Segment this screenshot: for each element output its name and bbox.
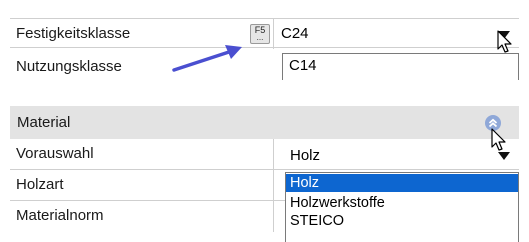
f5-dots: ... — [256, 33, 264, 42]
section-title: Material — [17, 114, 71, 131]
arrow-icon — [172, 45, 242, 72]
property-label: Materialnorm — [16, 207, 104, 224]
property-label: Vorauswahl — [16, 145, 94, 162]
combobox-value: Holz — [290, 147, 321, 164]
column-divider — [273, 170, 274, 201]
vorauswahl-dropdown-list: Holz Holzwerkstoffe STEICO — [285, 172, 519, 242]
dropdown-option[interactable]: STEICO — [286, 212, 518, 230]
column-divider — [273, 19, 274, 49]
dropdown-option[interactable]: Holzwerkstoffe — [286, 194, 518, 212]
section-header[interactable]: Material — [10, 106, 519, 139]
property-label: Holzart — [16, 176, 64, 193]
property-label: Nutzungsklasse — [16, 58, 122, 75]
property-label: Festigkeitsklasse — [16, 25, 131, 42]
combobox-value: C24 — [281, 25, 309, 42]
column-divider — [273, 139, 274, 170]
mouse-pointer-icon — [497, 30, 512, 53]
triangle-down-icon — [498, 152, 510, 160]
festigkeitsklasse-combobox[interactable]: C24 — [275, 19, 519, 47]
vorauswahl-combobox[interactable]: Holz — [282, 142, 519, 168]
mouse-pointer-icon — [491, 128, 506, 151]
dropdown-option[interactable]: C14 — [289, 57, 317, 74]
festigkeitsklasse-dropdown-list: C14 — [282, 53, 519, 80]
column-divider — [273, 201, 274, 232]
top-property-panel: Festigkeitsklasse F5 ... C24 Nutzungskla… — [0, 0, 529, 80]
dropdown-option-selected[interactable]: Holz — [286, 174, 518, 192]
f5-button[interactable]: F5 ... — [250, 24, 270, 44]
material-section: Material Vorauswahl Holzart Materialnorm… — [10, 106, 519, 242]
